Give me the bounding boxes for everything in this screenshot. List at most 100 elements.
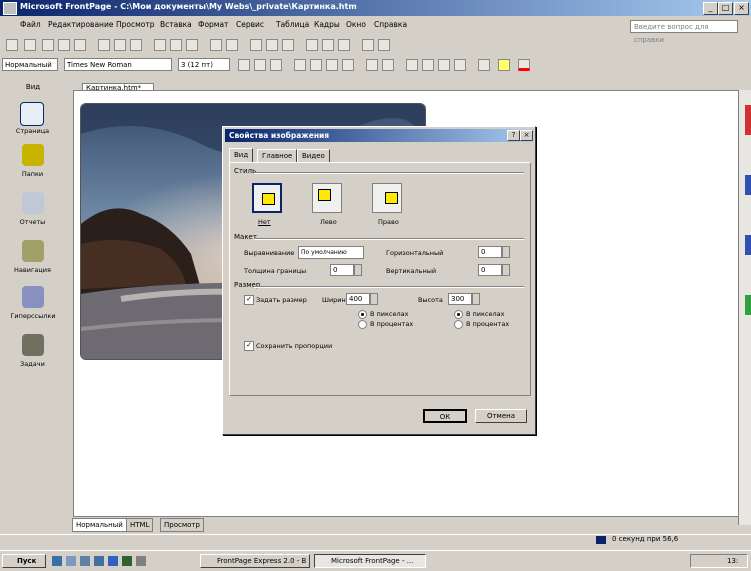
paste-icon[interactable] bbox=[186, 39, 198, 51]
vertical-spacing-spinner[interactable] bbox=[502, 264, 510, 276]
dialog-help-button[interactable]: ? bbox=[507, 130, 520, 141]
tab-html[interactable]: HTML bbox=[126, 518, 154, 532]
italic-icon[interactable] bbox=[254, 59, 266, 71]
menu-table[interactable]: Таблица bbox=[276, 20, 309, 29]
decrease-font-icon[interactable] bbox=[382, 59, 394, 71]
height-spinner[interactable] bbox=[472, 293, 480, 305]
horizontal-spacing-input[interactable]: 0 bbox=[478, 246, 502, 258]
style-select[interactable]: Нормальный bbox=[2, 58, 58, 71]
publish-icon[interactable] bbox=[58, 39, 70, 51]
undo-icon[interactable] bbox=[210, 39, 222, 51]
cut-icon[interactable] bbox=[154, 39, 166, 51]
quicklaunch-desktop-icon[interactable] bbox=[80, 556, 90, 566]
font-color-icon[interactable] bbox=[518, 59, 530, 71]
menu-file[interactable]: Файл bbox=[20, 20, 41, 29]
insert-picture-icon[interactable] bbox=[266, 39, 278, 51]
minimize-button[interactable]: _ bbox=[703, 2, 718, 15]
maximize-button[interactable]: □ bbox=[718, 2, 733, 15]
menu-tools[interactable]: Сервис bbox=[236, 20, 264, 29]
menu-frames[interactable]: Кадры bbox=[314, 20, 340, 29]
tasks-icon[interactable] bbox=[22, 334, 44, 356]
menu-edit[interactable]: Редактирование bbox=[48, 20, 113, 29]
tab-video[interactable]: Видео bbox=[297, 149, 330, 162]
menu-insert[interactable]: Вставка bbox=[160, 20, 192, 29]
horizontal-spacing-spinner[interactable] bbox=[502, 246, 510, 258]
dialog-close-button[interactable]: × bbox=[520, 130, 533, 141]
preview-icon[interactable] bbox=[114, 39, 126, 51]
alignment-select[interactable]: По умолчанию bbox=[298, 246, 364, 259]
width-pixels-radio[interactable] bbox=[358, 310, 367, 319]
hyperlink-icon[interactable] bbox=[306, 39, 318, 51]
help-icon[interactable] bbox=[378, 39, 390, 51]
view-navigation[interactable]: Навигация bbox=[5, 266, 60, 274]
page-icon[interactable] bbox=[20, 102, 44, 126]
wrap-right-option[interactable] bbox=[372, 183, 402, 213]
open-icon[interactable] bbox=[24, 39, 36, 51]
quicklaunch-channels-icon[interactable] bbox=[94, 556, 104, 566]
border-thickness-input[interactable]: 0 bbox=[330, 264, 354, 276]
height-percent-radio[interactable] bbox=[454, 320, 463, 329]
height-input[interactable]: 300 bbox=[448, 293, 472, 305]
outdent-icon[interactable] bbox=[438, 59, 450, 71]
view-reports[interactable]: Отчеты bbox=[5, 218, 60, 226]
keep-aspect-ratio-checkbox[interactable]: ✓ bbox=[244, 341, 254, 351]
menu-format[interactable]: Формат bbox=[198, 20, 228, 29]
view-tasks[interactable]: Задачи bbox=[5, 360, 60, 368]
size-select[interactable]: 3 (12 пт) bbox=[178, 58, 230, 71]
cancel-button[interactable]: Отмена bbox=[475, 409, 527, 423]
folder-list-icon[interactable] bbox=[74, 39, 86, 51]
tab-appearance[interactable]: Вид bbox=[229, 148, 254, 162]
ok-button[interactable]: ОК bbox=[423, 409, 467, 423]
refresh-icon[interactable] bbox=[322, 39, 334, 51]
quicklaunch-excel-icon[interactable] bbox=[122, 556, 132, 566]
indent-icon[interactable] bbox=[454, 59, 466, 71]
numbering-icon[interactable] bbox=[406, 59, 418, 71]
bold-icon[interactable] bbox=[238, 59, 250, 71]
drawing-icon[interactable] bbox=[282, 39, 294, 51]
quicklaunch-word-icon[interactable] bbox=[108, 556, 118, 566]
hyperlinks-icon[interactable] bbox=[22, 286, 44, 308]
folders-icon[interactable] bbox=[22, 144, 44, 166]
highlight-icon[interactable] bbox=[498, 59, 510, 71]
width-spinner[interactable] bbox=[370, 293, 378, 305]
borders-icon[interactable] bbox=[478, 59, 490, 71]
start-button[interactable]: Пуск bbox=[2, 554, 46, 568]
task-frontpage[interactable]: Microsoft FrontPage - ... bbox=[314, 554, 426, 568]
tab-general[interactable]: Главное bbox=[257, 149, 298, 162]
view-folders[interactable]: Папки bbox=[5, 170, 60, 178]
wrap-left-option[interactable] bbox=[312, 183, 342, 213]
menu-help[interactable]: Справка bbox=[374, 20, 407, 29]
show-all-icon[interactable] bbox=[362, 39, 374, 51]
width-percent-radio[interactable] bbox=[358, 320, 367, 329]
navigation-icon[interactable] bbox=[22, 240, 44, 262]
align-center-icon[interactable] bbox=[310, 59, 322, 71]
redo-icon[interactable] bbox=[226, 39, 238, 51]
height-pixels-radio[interactable] bbox=[454, 310, 463, 319]
quicklaunch-outlook-icon[interactable] bbox=[66, 556, 76, 566]
justify-icon[interactable] bbox=[342, 59, 354, 71]
font-select[interactable]: Times New Roman bbox=[64, 58, 172, 71]
align-left-icon[interactable] bbox=[294, 59, 306, 71]
help-search-input[interactable]: Введите вопрос для справки bbox=[630, 20, 738, 44]
increase-font-icon[interactable] bbox=[366, 59, 378, 71]
border-thickness-spinner[interactable] bbox=[354, 264, 362, 276]
quicklaunch-other-icon[interactable] bbox=[136, 556, 146, 566]
save-icon[interactable] bbox=[42, 39, 54, 51]
spelling-icon[interactable] bbox=[130, 39, 142, 51]
table-icon[interactable] bbox=[250, 39, 262, 51]
tab-preview[interactable]: Просмотр bbox=[160, 518, 204, 532]
copy-icon[interactable] bbox=[170, 39, 182, 51]
task-frontpage-express[interactable]: FrontPage Express 2.0 - В bbox=[200, 554, 310, 568]
new-icon[interactable] bbox=[6, 39, 18, 51]
view-page[interactable]: Страница bbox=[5, 127, 60, 135]
menu-window[interactable]: Окно bbox=[346, 20, 366, 29]
specify-size-checkbox[interactable]: ✓ bbox=[244, 295, 254, 305]
reports-icon[interactable] bbox=[22, 192, 44, 214]
width-input[interactable]: 400 bbox=[346, 293, 370, 305]
view-hyperlinks[interactable]: Гиперссылки bbox=[3, 312, 63, 320]
print-icon[interactable] bbox=[98, 39, 110, 51]
tab-normal[interactable]: Нормальный bbox=[72, 518, 127, 532]
underline-icon[interactable] bbox=[270, 59, 282, 71]
vertical-spacing-input[interactable]: 0 bbox=[478, 264, 502, 276]
stop-icon[interactable] bbox=[338, 39, 350, 51]
